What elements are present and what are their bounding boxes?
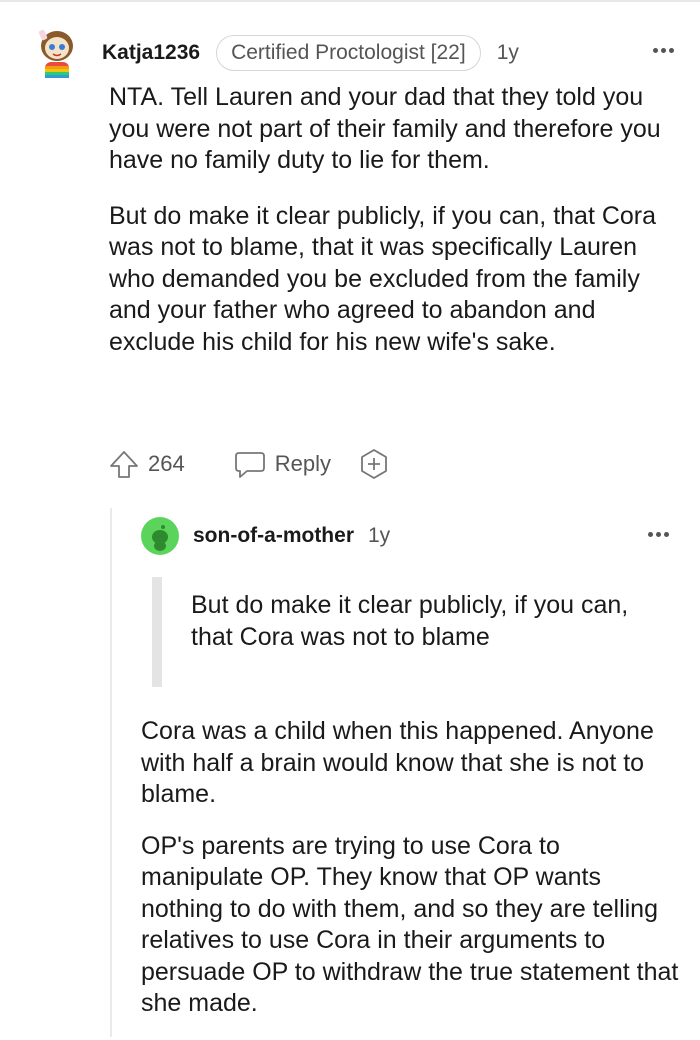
quoted-text: But do make it clear publicly, if you ca… [191,591,629,651]
quote-bar [152,577,162,687]
comment-paragraph: NTA. Tell Lauren and your dad that they … [109,83,661,174]
reply-label: Reply [274,451,331,476]
username[interactable]: son-of-a-mother [193,524,354,548]
comment-header: Katja1236 Certified Proctologist [22] 1y [34,28,674,78]
top-divider [0,0,700,2]
user-flair: Certified Proctologist [22] [216,35,481,71]
thread-line[interactable] [110,508,112,1037]
comment-paragraph: Cora was a child when this happened. Any… [141,717,654,808]
upvote-arrow-icon [110,451,138,478]
comment-paragraph: But do make it clear publicly, if you ca… [109,201,657,356]
award-button[interactable] [357,447,391,481]
reply-button[interactable]: Reply [233,448,331,480]
upvote-button[interactable]: 264 [108,448,185,480]
reply-header: son-of-a-mother 1y [141,516,669,556]
snoo-avatar-green-icon[interactable] [141,517,179,555]
comment-age: 1y [368,524,391,547]
comment-actions: 264 Reply [108,446,391,482]
reply-body: Cora was a child when this happened. Any… [141,716,686,1040]
snoo-avatar-rainbow-icon[interactable] [34,26,80,80]
username[interactable]: Katja1236 [102,41,200,65]
speech-bubble-icon [234,452,265,478]
comment-paragraph: OP's parents are trying to use Cora to m… [141,831,679,1018]
vote-count: 264 [148,451,185,476]
more-options-icon[interactable] [650,40,674,58]
comment-age: 1y [496,41,519,64]
plus-award-icon [361,449,387,479]
more-options-icon[interactable] [645,524,669,542]
comment-body: NTA. Tell Lauren and your dad that they … [109,82,679,382]
